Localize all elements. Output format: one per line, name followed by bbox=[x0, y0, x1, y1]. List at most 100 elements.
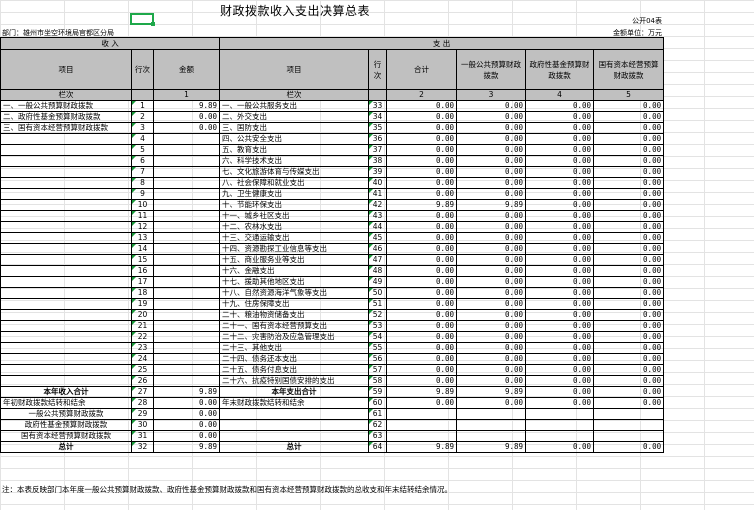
row-expense-line[interactable]: 63 bbox=[368, 430, 388, 442]
row-fund[interactable]: 0.00 bbox=[525, 177, 595, 189]
row-total[interactable]: 0.00 bbox=[386, 364, 458, 376]
row-expense-item[interactable]: 二十二、灾害防治及应急管理支出 bbox=[219, 331, 370, 343]
row-total[interactable]: 0.00 bbox=[386, 254, 458, 266]
row-expense-line[interactable]: 62 bbox=[368, 419, 388, 431]
row-income-amount[interactable] bbox=[152, 276, 221, 288]
row-fund[interactable]: 0.00 bbox=[525, 254, 595, 266]
row-expense-line[interactable]: 59 bbox=[368, 386, 388, 398]
row-expense-line[interactable]: 37 bbox=[368, 144, 388, 156]
row-expense-line[interactable]: 52 bbox=[368, 309, 388, 321]
row-total[interactable]: 0.00 bbox=[386, 243, 458, 255]
row-income-line[interactable]: 28 bbox=[131, 397, 154, 409]
row-fund[interactable]: 0.00 bbox=[525, 386, 595, 398]
row-expense-line[interactable]: 61 bbox=[368, 408, 388, 420]
row-state[interactable]: 0.00 bbox=[593, 353, 665, 365]
row-income-item[interactable] bbox=[0, 232, 132, 244]
row-income-line[interactable]: 27 bbox=[131, 386, 154, 398]
col-general[interactable]: 一般公共预算财政拨款 bbox=[456, 49, 527, 90]
row-state[interactable]: 0.00 bbox=[593, 276, 665, 288]
row-general[interactable]: 0.00 bbox=[456, 232, 527, 244]
row-expense-line[interactable]: 44 bbox=[368, 221, 388, 233]
row-state[interactable]: 0.00 bbox=[593, 287, 665, 299]
row-expense-item[interactable]: 二十一、国有资本经营预算支出 bbox=[219, 320, 370, 332]
row-income-item[interactable] bbox=[0, 342, 132, 354]
row-income-item[interactable] bbox=[0, 309, 132, 321]
row-income-amount[interactable]: 0.00 bbox=[152, 397, 221, 409]
row-general[interactable]: 0.00 bbox=[456, 309, 527, 321]
row-expense-item[interactable]: 十七、援助其他地区支出 bbox=[219, 276, 370, 288]
col-state[interactable]: 国有资本经营预算财政拨款 bbox=[593, 49, 665, 90]
row-fund[interactable] bbox=[525, 408, 595, 420]
row-expense-item[interactable]: 年末财政拨款结转和结余 bbox=[219, 397, 370, 409]
row-income-line[interactable]: 14 bbox=[131, 243, 154, 255]
row-general[interactable]: 0.00 bbox=[456, 276, 527, 288]
row-expense-item[interactable]: 七、文化旅游体育与传媒支出 bbox=[219, 166, 370, 178]
row-total[interactable] bbox=[386, 419, 458, 431]
row-total[interactable]: 0.00 bbox=[386, 353, 458, 365]
row-general[interactable]: 0.00 bbox=[456, 188, 527, 200]
row-income-line[interactable]: 32 bbox=[131, 441, 154, 453]
row-income-amount[interactable] bbox=[152, 243, 221, 255]
row-income-line[interactable]: 10 bbox=[131, 199, 154, 211]
row-expense-line[interactable]: 34 bbox=[368, 111, 388, 123]
col-amount[interactable]: 金额 bbox=[152, 49, 221, 90]
col-line-income[interactable]: 行次 bbox=[131, 49, 154, 90]
row-state[interactable]: 0.00 bbox=[593, 177, 665, 189]
row-income-amount[interactable] bbox=[152, 199, 221, 211]
row-total[interactable]: 0.00 bbox=[386, 166, 458, 178]
row-general[interactable]: 0.00 bbox=[456, 353, 527, 365]
row-expense-item[interactable]: 十六、金融支出 bbox=[219, 265, 370, 277]
row-general[interactable]: 0.00 bbox=[456, 320, 527, 332]
income-header[interactable]: 收 入 bbox=[0, 37, 221, 50]
row-income-item[interactable]: 二、政府性基金预算财政拨款 bbox=[0, 111, 132, 123]
row-expense-item[interactable]: 三、国防支出 bbox=[219, 122, 370, 134]
row-income-item[interactable]: 本年收入合计 bbox=[0, 386, 132, 398]
row-income-item[interactable]: 总计 bbox=[0, 441, 132, 453]
row-income-amount[interactable] bbox=[152, 364, 221, 376]
col-line-expense[interactable]: 行次 bbox=[368, 49, 388, 90]
row-fund[interactable]: 0.00 bbox=[525, 364, 595, 376]
row-expense-item[interactable]: 本年支出合计 bbox=[219, 386, 370, 398]
row-fund[interactable]: 0.00 bbox=[525, 155, 595, 167]
row-total[interactable]: 0.00 bbox=[386, 177, 458, 189]
row-income-line[interactable]: 4 bbox=[131, 133, 154, 145]
fill-handle[interactable] bbox=[151, 22, 155, 26]
row-income-amount[interactable] bbox=[152, 221, 221, 233]
row-income-line[interactable]: 2 bbox=[131, 111, 154, 123]
row-general[interactable]: 9.89 bbox=[456, 386, 527, 398]
row-state[interactable]: 0.00 bbox=[593, 232, 665, 244]
col-total[interactable]: 合计 bbox=[386, 49, 458, 90]
row-total[interactable]: 0.00 bbox=[386, 309, 458, 321]
row-fund[interactable]: 0.00 bbox=[525, 243, 595, 255]
row-state[interactable] bbox=[593, 419, 665, 431]
row-total[interactable]: 0.00 bbox=[386, 320, 458, 332]
row-general[interactable]: 0.00 bbox=[456, 100, 527, 112]
row-expense-item[interactable]: 十一、城乡社区支出 bbox=[219, 210, 370, 222]
row-state[interactable]: 0.00 bbox=[593, 364, 665, 376]
row-total[interactable]: 0.00 bbox=[386, 122, 458, 134]
row-general[interactable]: 0.00 bbox=[456, 177, 527, 189]
row-general[interactable]: 9.89 bbox=[456, 199, 527, 211]
row-expense-line[interactable]: 42 bbox=[368, 199, 388, 211]
col-label-expense[interactable]: 栏次 bbox=[219, 89, 370, 101]
row-expense-item[interactable] bbox=[219, 419, 370, 431]
row-fund[interactable]: 0.00 bbox=[525, 210, 595, 222]
row-fund[interactable]: 0.00 bbox=[525, 265, 595, 277]
row-general[interactable]: 0.00 bbox=[456, 111, 527, 123]
row-fund[interactable]: 0.00 bbox=[525, 298, 595, 310]
row-income-item[interactable] bbox=[0, 375, 132, 387]
row-general[interactable] bbox=[456, 408, 527, 420]
row-fund[interactable]: 0.00 bbox=[525, 342, 595, 354]
row-fund[interactable]: 0.00 bbox=[525, 111, 595, 123]
row-income-item[interactable] bbox=[0, 243, 132, 255]
row-total[interactable]: 9.89 bbox=[386, 386, 458, 398]
row-state[interactable]: 0.00 bbox=[593, 133, 665, 145]
row-general[interactable]: 0.00 bbox=[456, 265, 527, 277]
row-total[interactable]: 0.00 bbox=[386, 375, 458, 387]
row-expense-line[interactable]: 64 bbox=[368, 441, 388, 453]
row-state[interactable]: 0.00 bbox=[593, 298, 665, 310]
row-general[interactable]: 0.00 bbox=[456, 287, 527, 299]
row-income-line[interactable]: 29 bbox=[131, 408, 154, 420]
col-label-1[interactable]: 1 bbox=[152, 89, 221, 101]
row-expense-item[interactable]: 二、外交支出 bbox=[219, 111, 370, 123]
